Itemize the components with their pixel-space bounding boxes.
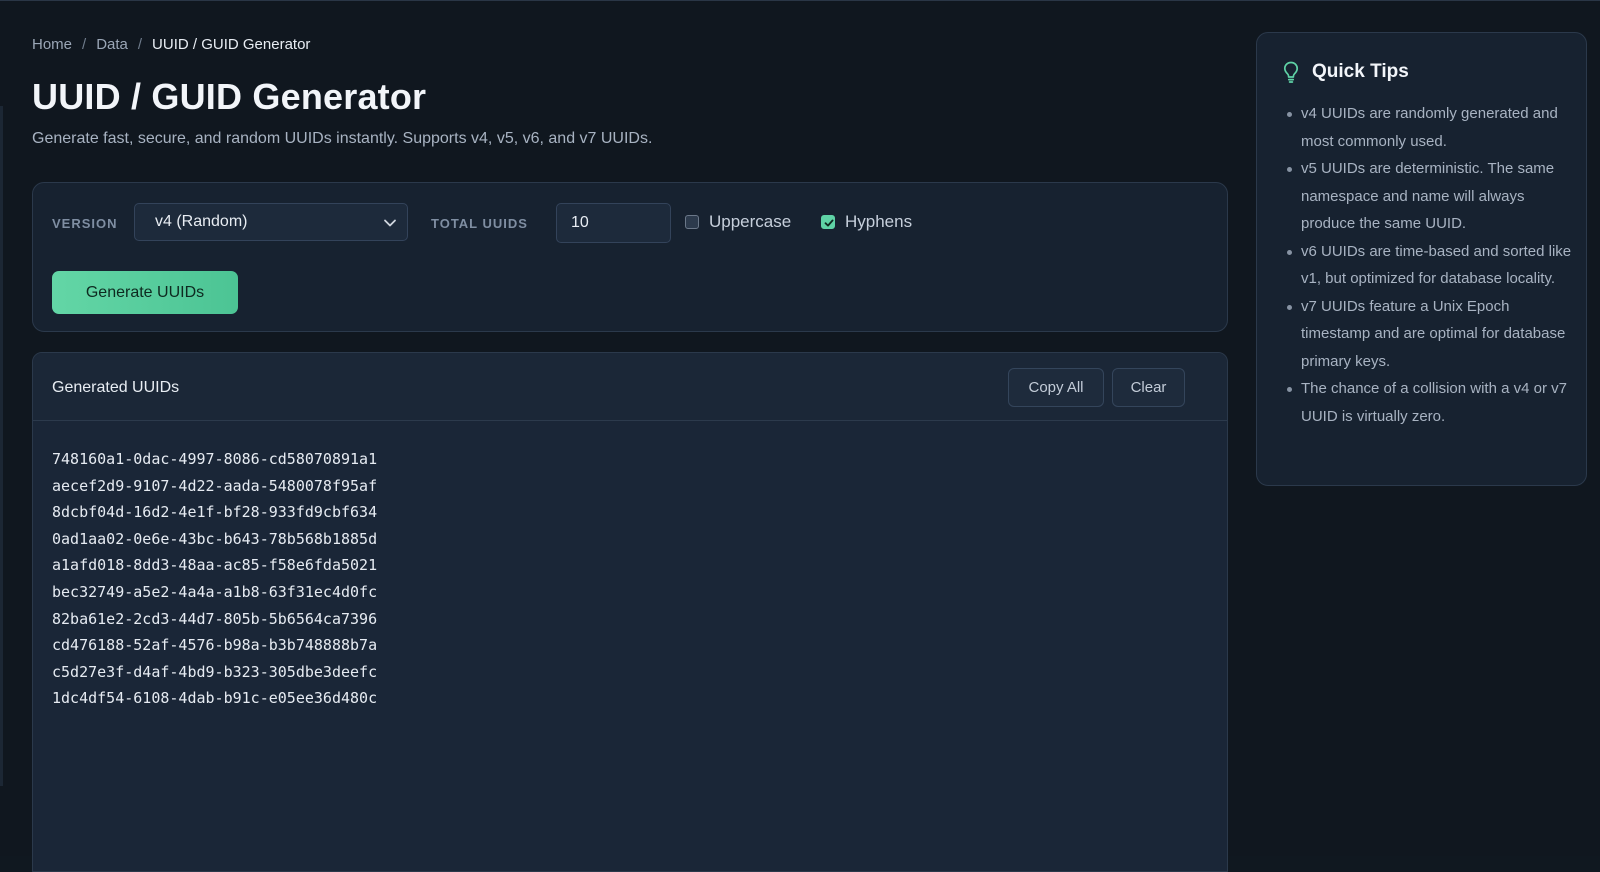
- uppercase-label[interactable]: Uppercase: [709, 212, 791, 232]
- output-header: Generated UUIDs Copy All Clear: [33, 353, 1227, 421]
- main-content: Home / Data / UUID / GUID Generator UUID…: [32, 1, 1228, 872]
- page-subtitle: Generate fast, secure, and random UUIDs …: [32, 130, 653, 147]
- uuid-item: 748160a1-0dac-4997-8086-cd58070891a1: [52, 450, 378, 468]
- uuid-item: 82ba61e2-2cd3-44d7-805b-5b6564ca7396: [52, 609, 378, 628]
- total-uuids-label: TOTAL UUIDS: [431, 216, 528, 231]
- tip-item: v7 UUIDs feature a Unix Epoch timestamp …: [1283, 293, 1573, 376]
- quick-tips-title: Quick Tips: [1312, 61, 1409, 82]
- total-uuids-input[interactable]: [556, 203, 671, 243]
- breadcrumb-current: UUID / GUID Generator: [152, 35, 311, 53]
- checkmark-icon: [824, 219, 834, 227]
- tip-item: v5 UUIDs are deterministic. The same nam…: [1283, 155, 1573, 238]
- uuid-item: bec32749-a5e2-4a4a-a1b8-63f31ec4d0fc: [52, 582, 378, 601]
- uuid-item: 8dcbf04d-16d2-4e1f-bf28-933fd9cbf634: [52, 503, 378, 522]
- version-label: VERSION: [52, 216, 118, 231]
- version-select[interactable]: v4 (Random): [134, 203, 408, 241]
- breadcrumb-home[interactable]: Home: [32, 36, 72, 53]
- breadcrumb-separator: /: [82, 35, 87, 53]
- clear-button[interactable]: Clear: [1112, 368, 1185, 407]
- quick-tips-panel: Quick Tips v4 UUIDs are randomly generat…: [1256, 32, 1587, 486]
- copy-all-button[interactable]: Copy All: [1008, 368, 1104, 407]
- breadcrumb: Home / Data / UUID / GUID Generator: [32, 34, 310, 54]
- breadcrumb-separator: /: [137, 35, 143, 53]
- uuid-list[interactable]: 748160a1-0dac-4997-8086-cd58070891a1 aec…: [52, 446, 377, 712]
- left-edge-strip: [0, 106, 3, 786]
- uuid-item: c5d27e3f-d4af-4bd9-b323-305dbe3deefc: [52, 662, 378, 681]
- tip-item: v4 UUIDs are randomly generated and most…: [1283, 100, 1573, 155]
- breadcrumb-data[interactable]: Data: [96, 36, 128, 53]
- chevron-down-icon: [384, 219, 396, 227]
- uuid-item: cd476188-52af-4576-b98a-b3b748888b7a: [52, 636, 378, 655]
- controls-card: VERSION v4 (Random) TOTAL UUIDS Uppercas…: [32, 182, 1228, 332]
- hyphens-checkbox[interactable]: [821, 215, 835, 229]
- tip-item: v6 UUIDs are time-based and sorted like …: [1283, 238, 1573, 293]
- uppercase-checkbox[interactable]: [685, 215, 699, 229]
- generate-uuids-button[interactable]: Generate UUIDs: [52, 271, 238, 314]
- uuid-item: aecef2d9-9107-4d22-aada-5480078f95af: [52, 476, 378, 495]
- lightbulb-icon: [1283, 61, 1299, 83]
- hyphens-label[interactable]: Hyphens: [845, 212, 912, 232]
- output-title: Generated UUIDs: [52, 379, 180, 396]
- quick-tips-list: v4 UUIDs are randomly generated and most…: [1283, 100, 1573, 430]
- uuid-item: 1dc4df54-6108-4dab-b91c-e05ee36d480c: [52, 689, 378, 708]
- app-window: Home / Data / UUID / GUID Generator UUID…: [0, 0, 1600, 872]
- tip-item: The chance of a collision with a v4 or v…: [1283, 375, 1573, 430]
- uuid-item: a1afd018-8dd3-48aa-ac85-f58e6fda5021: [52, 556, 378, 575]
- output-card: Generated UUIDs Copy All Clear 748160a1-…: [32, 352, 1228, 872]
- uuid-item: 0ad1aa02-0e6e-43bc-b643-78b568b1885d: [52, 529, 378, 548]
- version-selected-value: v4 (Random): [155, 213, 248, 230]
- quick-tips-header: Quick Tips: [1283, 61, 1409, 83]
- page-title: UUID / GUID Generator: [32, 76, 427, 117]
